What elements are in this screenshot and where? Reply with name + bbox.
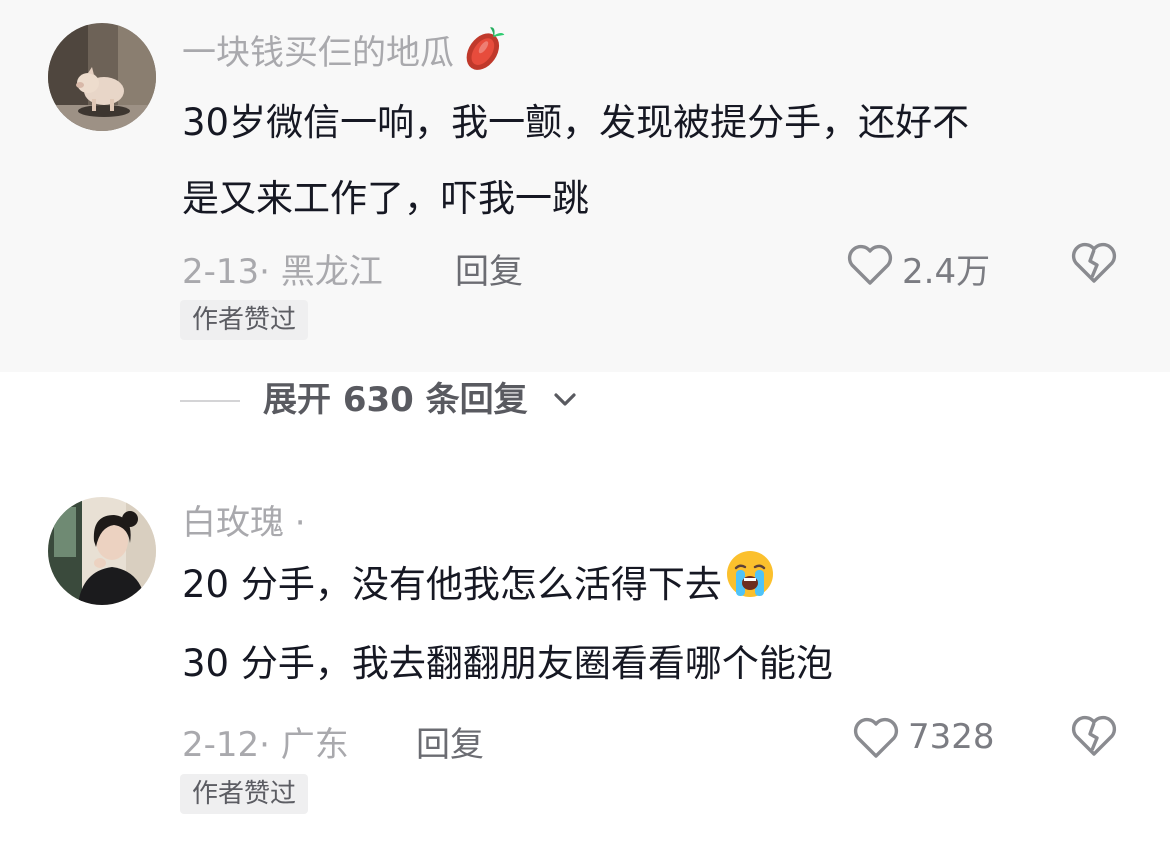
comment-item-2: 白玫瑰 · 20 分手，没有他我怎么活得下去 30 分手，我去翻翻朋友圈看看哪个… bbox=[0, 488, 1170, 850]
comment-username[interactable]: 白玫瑰 · bbox=[182, 503, 306, 543]
comment-text-line: 30岁微信一响，我一颤，发现被提分手，还好不 bbox=[182, 101, 970, 144]
chevron-down-icon bbox=[554, 393, 576, 406]
avatar[interactable] bbox=[48, 23, 156, 131]
author-liked-badge: 作者赞过 bbox=[180, 774, 309, 814]
comment-text-line: 是又来工作了，吓我一跳 bbox=[182, 177, 589, 220]
comment-text-line-content: 20 分手，没有他我怎么活得下去 bbox=[182, 563, 722, 606]
comment-text: 20 分手，没有他我怎么活得下去 30 分手，我去翻翻朋友圈看看哪个能泡 bbox=[182, 547, 1132, 702]
avatar-pig-image bbox=[48, 23, 156, 131]
reply-button[interactable]: 回复 bbox=[416, 717, 484, 766]
comment-meta: 2-12· 广东 回复 7328 bbox=[182, 713, 1132, 766]
like-count: 2.4万 bbox=[902, 252, 991, 292]
expand-replies-button[interactable]: 展开 630 条回复 bbox=[180, 378, 680, 422]
crying-face-icon bbox=[724, 548, 776, 626]
username-text: 一块钱买仨的地瓜 bbox=[182, 33, 454, 73]
divider-line bbox=[180, 400, 240, 402]
author-liked-badge: 作者赞过 bbox=[180, 300, 309, 340]
comment-text-line: 30 分手，我去翻翻朋友圈看看哪个能泡 bbox=[182, 641, 833, 685]
like-count: 7328 bbox=[908, 717, 995, 757]
comment-text: 30岁微信一响，我一颤，发现被提分手，还好不 是又来工作了，吓我一跳 bbox=[182, 85, 1132, 237]
broken-heart-icon bbox=[1071, 715, 1117, 756]
avatar[interactable] bbox=[48, 497, 156, 605]
comment-item-1: 一块钱买仨的地瓜 30岁微信一响，我一颤，发现被提分手，还好不 是又来工作了，吓… bbox=[0, 0, 1170, 372]
broken-heart-icon bbox=[1071, 242, 1117, 283]
avatar-woman-image bbox=[48, 497, 156, 605]
dislike-button[interactable] bbox=[1070, 241, 1118, 289]
comment-date-location: 2-12· 广东 bbox=[182, 725, 349, 765]
reply-button[interactable]: 回复 bbox=[455, 244, 523, 293]
comment-username[interactable]: 一块钱买仨的地瓜 bbox=[182, 26, 512, 83]
heart-icon bbox=[853, 717, 899, 758]
comment-meta: 2-13· 黑龙江 回复 2.4万 bbox=[182, 240, 1132, 293]
dislike-button[interactable] bbox=[1070, 714, 1118, 762]
comment-date-location: 2-13· 黑龙江 bbox=[182, 252, 383, 292]
heart-icon bbox=[847, 244, 893, 285]
comment-text-line: 20 分手，没有他我怎么活得下去 bbox=[182, 547, 1132, 626]
sweet-potato-icon bbox=[456, 26, 512, 83]
expand-replies-label: 展开 630 条回复 bbox=[263, 380, 528, 420]
